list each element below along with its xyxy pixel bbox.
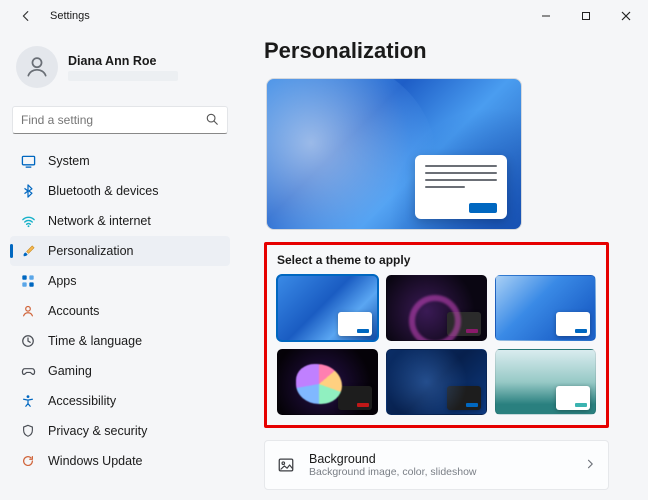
nav-bluetooth[interactable]: Bluetooth & devices: [10, 176, 230, 206]
accessibility-icon: [20, 393, 36, 409]
nav-apps[interactable]: Apps: [10, 266, 230, 296]
shield-icon: [20, 423, 36, 439]
gaming-icon: [20, 363, 36, 379]
nav-update[interactable]: Windows Update: [10, 446, 230, 476]
theme-option-3[interactable]: [495, 275, 596, 341]
nav-label: System: [48, 154, 90, 168]
chevron-right-icon: [584, 458, 596, 473]
background-row[interactable]: Background Background image, color, slid…: [264, 440, 609, 490]
close-button[interactable]: [606, 2, 646, 30]
user-name: Diana Ann Roe: [68, 54, 178, 68]
image-icon: [277, 456, 295, 474]
nav: System Bluetooth & devices Network & int…: [10, 146, 230, 476]
desktop-preview: [266, 78, 522, 230]
user-profile[interactable]: Diana Ann Roe: [10, 36, 230, 102]
nav-accessibility[interactable]: Accessibility: [10, 386, 230, 416]
titlebar: Settings: [0, 0, 648, 32]
nav-label: Accounts: [48, 304, 99, 318]
nav-label: Accessibility: [48, 394, 116, 408]
nav-label: Time & language: [48, 334, 142, 348]
main: Personalization Select a theme to apply: [240, 32, 648, 500]
themes-section: Select a theme to apply: [264, 242, 609, 428]
row-title: Background: [309, 452, 570, 466]
window-controls: [526, 2, 646, 30]
window-title: Settings: [50, 10, 526, 22]
back-button[interactable]: [16, 6, 36, 26]
nav-personalization[interactable]: Personalization: [10, 236, 230, 266]
page-title: Personalization: [264, 38, 630, 64]
theme-option-5[interactable]: [386, 349, 487, 415]
preview-card: [415, 155, 507, 219]
maximize-button[interactable]: [566, 2, 606, 30]
nav-label: Personalization: [48, 244, 133, 258]
search-input[interactable]: [21, 113, 205, 127]
clock-icon: [20, 333, 36, 349]
bluetooth-icon: [20, 183, 36, 199]
sidebar: Diana Ann Roe System Bluetooth & devices…: [0, 32, 240, 500]
paintbrush-icon: [20, 243, 36, 259]
theme-option-4[interactable]: [277, 349, 378, 415]
update-icon: [20, 453, 36, 469]
search-icon: [205, 112, 219, 129]
avatar: [16, 46, 58, 88]
nav-label: Windows Update: [48, 454, 143, 468]
nav-privacy[interactable]: Privacy & security: [10, 416, 230, 446]
search-box[interactable]: [12, 106, 228, 134]
accounts-icon: [20, 303, 36, 319]
theme-option-6[interactable]: [495, 349, 596, 415]
nav-gaming[interactable]: Gaming: [10, 356, 230, 386]
nav-system[interactable]: System: [10, 146, 230, 176]
nav-label: Gaming: [48, 364, 92, 378]
wifi-icon: [20, 213, 36, 229]
themes-header: Select a theme to apply: [277, 253, 596, 267]
minimize-button[interactable]: [526, 2, 566, 30]
row-subtitle: Background image, color, slideshow: [309, 466, 570, 478]
nav-time[interactable]: Time & language: [10, 326, 230, 356]
system-icon: [20, 153, 36, 169]
nav-accounts[interactable]: Accounts: [10, 296, 230, 326]
nav-label: Bluetooth & devices: [48, 184, 159, 198]
theme-option-2[interactable]: [386, 275, 487, 341]
theme-option-1[interactable]: [277, 275, 378, 341]
nav-label: Network & internet: [48, 214, 151, 228]
nav-label: Apps: [48, 274, 77, 288]
nav-label: Privacy & security: [48, 424, 147, 438]
user-email-placeholder: [68, 71, 178, 81]
apps-icon: [20, 273, 36, 289]
nav-network[interactable]: Network & internet: [10, 206, 230, 236]
